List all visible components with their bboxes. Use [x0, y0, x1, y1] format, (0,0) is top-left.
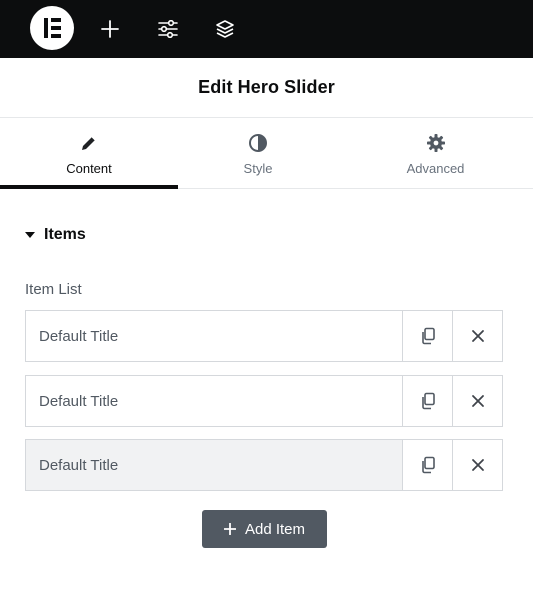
elementor-logo-icon[interactable] [30, 6, 74, 50]
active-tab-indicator [0, 185, 178, 189]
tab-content[interactable]: Content [0, 119, 178, 189]
add-item-label: Add Item [244, 520, 306, 538]
repeater-row: Default Title [25, 310, 503, 362]
repeater-row-title[interactable]: Default Title [26, 376, 402, 426]
tab-advanced[interactable]: Advanced [338, 119, 533, 189]
caret-down-icon [25, 232, 35, 238]
panel-tabs: Content Style Advanced [0, 119, 533, 189]
tab-content-label: Content [66, 161, 112, 176]
section-items-toggle[interactable]: Items [25, 226, 86, 244]
remove-button[interactable] [452, 440, 502, 490]
duplicate-button[interactable] [402, 376, 452, 426]
close-icon [471, 330, 484, 342]
tab-style[interactable]: Style [178, 119, 338, 189]
repeater-row: Default Title [25, 375, 503, 427]
repeater-row: Default Title [25, 439, 503, 491]
panel-title: Edit Hero Slider [198, 77, 335, 97]
tab-style-label: Style [243, 161, 273, 176]
copy-icon [421, 456, 435, 474]
copy-icon [421, 327, 435, 345]
close-icon [471, 459, 484, 471]
duplicate-button[interactable] [402, 311, 452, 361]
contrast-icon [248, 133, 268, 153]
add-element-button[interactable] [94, 13, 126, 45]
repeater-row-title[interactable]: Default Title [26, 440, 402, 490]
section-title: Items [44, 226, 86, 243]
add-item-button[interactable]: Add Item [202, 510, 327, 548]
item-list-label: Item List [25, 281, 82, 298]
editor-topbar [0, 0, 533, 58]
plus-icon [223, 523, 236, 535]
remove-button[interactable] [452, 311, 502, 361]
panel-header: Edit Hero Slider [0, 58, 533, 118]
remove-button[interactable] [452, 376, 502, 426]
structure-navigator-button[interactable] [209, 13, 241, 45]
plus-icon [101, 20, 119, 38]
copy-icon [421, 392, 435, 410]
layers-icon [216, 20, 234, 38]
sliders-icon [158, 20, 178, 38]
repeater-row-title[interactable]: Default Title [26, 311, 402, 361]
duplicate-button[interactable] [402, 440, 452, 490]
tab-advanced-label: Advanced [406, 161, 465, 176]
site-settings-button[interactable] [152, 13, 184, 45]
close-icon [471, 395, 484, 407]
gear-icon [426, 133, 446, 153]
pencil-icon [79, 133, 99, 153]
